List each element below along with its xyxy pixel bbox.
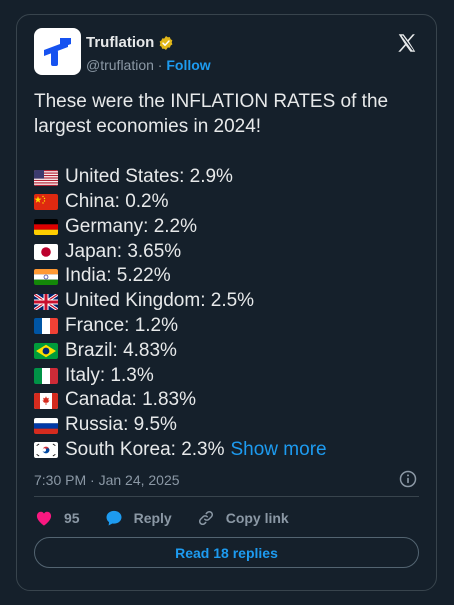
list-item-text: China: 0.2% (65, 191, 169, 213)
list-item-text: Japan: 3.65% (65, 240, 182, 262)
heart-icon (36, 511, 52, 526)
list-item: United Kingdom: 2.5% (34, 289, 414, 314)
list-item: Japan: 3.65% (34, 240, 414, 265)
handle-row: @truflation · Follow (86, 57, 211, 73)
list-item: Canada: 1.83% (34, 388, 414, 413)
follow-button[interactable]: Follow (166, 57, 210, 73)
tweet-text: These were the INFLATION RATES of the la… (34, 90, 414, 463)
list-item: China: 0.2% (34, 190, 414, 215)
read-replies-button[interactable]: Read 18 replies (34, 537, 419, 568)
list-item-text: Canada: 1.83% (65, 389, 196, 411)
list-item-text: Italy: 1.3% (65, 364, 154, 386)
list-item: United States: 2.9% (34, 165, 414, 190)
avatar[interactable] (34, 28, 81, 75)
list-item-text: Germany: 2.2% (65, 215, 197, 237)
list-item-text: Russia: 9.5% (65, 414, 177, 436)
brazil-flag-icon (34, 343, 58, 360)
action-bar: 95 Reply Copy link (34, 508, 313, 528)
like-count: 95 (64, 510, 80, 526)
truflation-logo-icon (44, 38, 71, 66)
list-item: South Korea: 2.3% Show more (34, 438, 414, 463)
list-item-text: France: 1.2% (65, 315, 178, 337)
list-item: Italy: 1.3% (34, 364, 414, 389)
inflation-list: United States: 2.9% China: 0.2% Germany:… (34, 165, 414, 463)
list-item-text: India: 5.22% (65, 265, 171, 287)
list-item-text: South Korea: 2.3% (65, 439, 225, 461)
like-button[interactable]: 95 (34, 508, 80, 528)
x-logo-icon[interactable] (396, 32, 418, 54)
info-icon[interactable] (398, 469, 418, 489)
author-name[interactable]: Truflation (86, 34, 154, 51)
list-item-text: Brazil: 4.83% (65, 339, 177, 361)
italy-flag-icon (34, 367, 58, 384)
reply-bubble-icon (106, 510, 122, 526)
france-flag-icon (34, 318, 58, 335)
list-item: Germany: 2.2% (34, 215, 414, 240)
divider (34, 496, 419, 497)
list-item: France: 1.2% (34, 314, 414, 339)
list-item: Brazil: 4.83% (34, 339, 414, 364)
reply-button[interactable]: Reply (104, 508, 172, 528)
reply-label: Reply (133, 510, 172, 526)
china-flag-icon (34, 194, 58, 211)
canada-flag-icon (34, 392, 58, 409)
list-item: Russia: 9.5% (34, 413, 414, 438)
verified-badge-icon (159, 35, 173, 50)
copy-link-label: Copy link (225, 510, 289, 526)
japan-flag-icon (34, 243, 58, 260)
tweet-timestamp[interactable]: 7:30 PM · Jan 24, 2025 (34, 472, 180, 488)
handle-separator: · (153, 57, 167, 73)
tweet-card: Truflation @truflation · Follow These we… (16, 14, 437, 591)
list-item-text: United Kingdom: 2.5% (65, 290, 255, 312)
author-name-row: Truflation (86, 34, 174, 51)
link-icon (198, 510, 213, 526)
india-flag-icon (34, 268, 58, 285)
tweet-intro: These were the INFLATION RATES of the la… (34, 91, 389, 137)
list-item-text: United States: 2.9% (65, 166, 233, 188)
show-more-link[interactable]: Show more (231, 438, 327, 463)
uk-flag-icon (34, 293, 58, 310)
author-handle[interactable]: @truflation (86, 57, 154, 73)
germany-flag-icon (34, 219, 58, 236)
list-item: India: 5.22% (34, 264, 414, 289)
south-korea-flag-icon (34, 442, 58, 459)
copy-link-button[interactable]: Copy link (196, 508, 289, 528)
russia-flag-icon (34, 417, 58, 434)
us-flag-icon (34, 169, 58, 186)
